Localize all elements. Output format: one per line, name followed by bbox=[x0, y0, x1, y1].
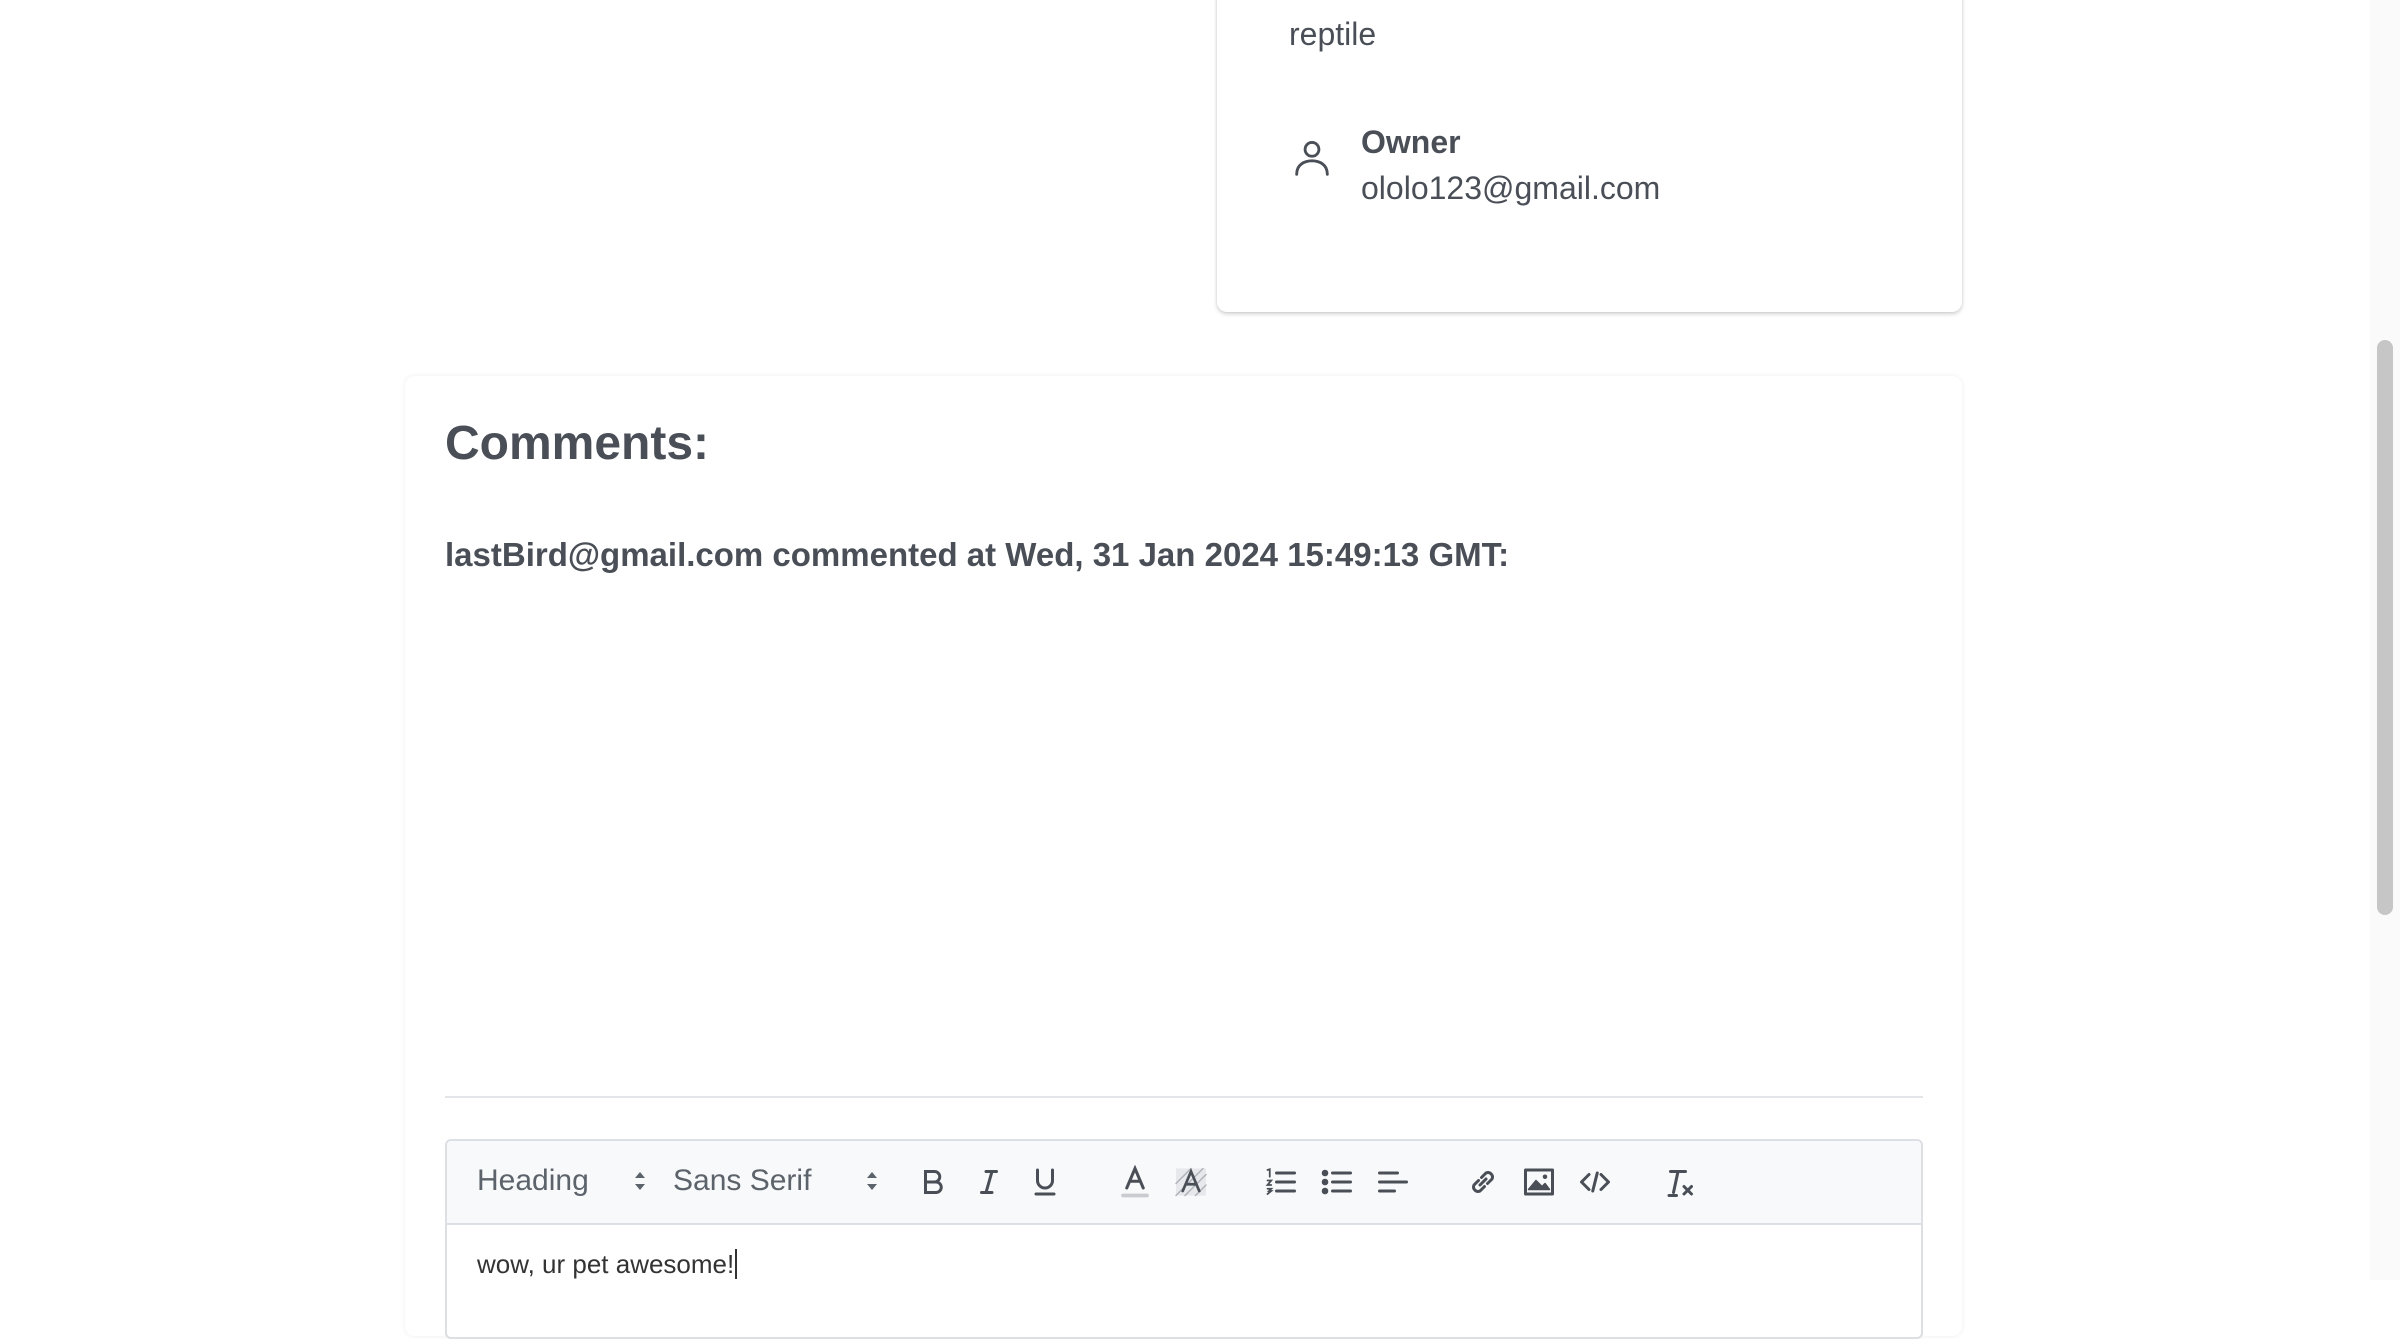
font-picker[interactable]: Sans Serif bbox=[673, 1161, 877, 1201]
image-icon bbox=[1524, 1168, 1554, 1196]
owner-label: Owner bbox=[1361, 124, 1461, 160]
editor-toolbar: Heading Sans Serif bbox=[447, 1141, 1921, 1225]
heading-picker[interactable]: Heading bbox=[477, 1161, 657, 1201]
clear-format-button[interactable] bbox=[1661, 1162, 1701, 1202]
owner-email: ololo123@gmail.com bbox=[1361, 170, 1661, 206]
image-button[interactable] bbox=[1519, 1162, 1559, 1202]
owner-row: Owner ololo123@gmail.com bbox=[1289, 120, 1660, 212]
bold-icon bbox=[924, 1170, 943, 1194]
editor-text: wow, ur pet awesome! bbox=[477, 1249, 735, 1279]
underline-button[interactable] bbox=[1025, 1162, 1065, 1202]
text-color-button[interactable] bbox=[1115, 1162, 1155, 1202]
code-icon bbox=[1580, 1171, 1610, 1193]
species-value: reptile bbox=[1289, 16, 1377, 52]
bold-button[interactable] bbox=[913, 1162, 953, 1202]
page-scrollbar[interactable] bbox=[2370, 0, 2400, 1280]
bullet-list-icon bbox=[1321, 1169, 1352, 1195]
comment-editor[interactable]: Heading Sans Serif wow, ur pet awesome! bbox=[445, 1139, 1923, 1339]
comments-card: Comments: lastBird@gmail.com commented a… bbox=[405, 376, 1962, 1339]
background-color-icon bbox=[1175, 1167, 1207, 1197]
link-icon bbox=[1472, 1171, 1494, 1193]
pet-info-card: reptile Owner ololo123@gmail.com bbox=[1217, 0, 1962, 312]
link-button[interactable] bbox=[1463, 1162, 1503, 1202]
editor-content[interactable]: wow, ur pet awesome! bbox=[477, 1249, 738, 1280]
underline-icon bbox=[1034, 1168, 1056, 1196]
italic-button[interactable] bbox=[969, 1162, 1009, 1202]
align-icon bbox=[1378, 1171, 1408, 1193]
bullet-list-button[interactable] bbox=[1317, 1162, 1357, 1202]
background-color-button[interactable] bbox=[1171, 1162, 1211, 1202]
comments-title: Comments: bbox=[445, 417, 710, 470]
font-picker-label: Sans Serif bbox=[673, 1164, 812, 1197]
ordered-list-button[interactable] bbox=[1261, 1162, 1301, 1202]
text-color-icon bbox=[1121, 1164, 1149, 1198]
ordered-list-icon bbox=[1265, 1168, 1296, 1195]
divider bbox=[445, 1096, 1923, 1098]
code-button[interactable] bbox=[1575, 1162, 1615, 1202]
heading-picker-label: Heading bbox=[477, 1164, 589, 1197]
picker-arrows-icon bbox=[635, 1172, 645, 1190]
person-icon bbox=[1295, 140, 1329, 176]
italic-icon bbox=[980, 1170, 998, 1194]
comment-header: lastBird@gmail.com commented at Wed, 31 … bbox=[445, 536, 1510, 573]
picker-arrows-icon bbox=[867, 1172, 877, 1190]
clear-format-icon bbox=[1667, 1170, 1693, 1197]
align-button[interactable] bbox=[1373, 1162, 1413, 1202]
text-caret bbox=[735, 1249, 738, 1279]
scrollbar-thumb[interactable] bbox=[2377, 340, 2393, 915]
